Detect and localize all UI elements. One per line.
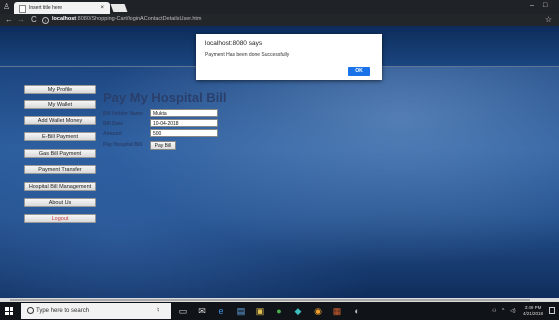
maximize-button[interactable]: □ xyxy=(543,2,547,9)
address-bar[interactable]: localhost:8080/Shopping-Cart/loginAConta… xyxy=(52,16,202,22)
microphone-icon[interactable]: ♮ xyxy=(157,306,160,314)
taskbar-search-box[interactable]: Type here to search ♮ xyxy=(21,303,171,319)
forward-arrow-icon[interactable]: → xyxy=(17,15,25,24)
chrome-icon[interactable]: ◉ xyxy=(313,306,323,316)
app-orange-icon[interactable]: ▦ xyxy=(332,306,342,316)
sidebar-item-my-wallet[interactable]: My Wallet xyxy=(24,100,96,109)
sidebar-item-logout[interactable]: Logout xyxy=(24,214,96,223)
pay-hospital-bill-label: Pay Hospital Bill xyxy=(103,142,143,148)
sidebar-item-hospital-bill-management[interactable]: Hospital Bill Management xyxy=(24,182,96,191)
clock-date: 4/21/2018 xyxy=(523,311,544,316)
dialog-ok-button[interactable]: OK xyxy=(348,67,370,76)
close-tab-icon[interactable]: × xyxy=(100,2,104,14)
sidebar-item-my-profile[interactable]: My Profile xyxy=(24,85,96,94)
browser-tab-bar: ♙ Insert title here × – □ xyxy=(0,0,559,14)
bill-holder-field[interactable]: Mukta xyxy=(150,109,218,117)
page-content: My Profile My Wallet Add Wallet Money E-… xyxy=(0,26,559,298)
people-icon[interactable]: ⚇ xyxy=(492,308,496,314)
bill-date-label: Bill Date xyxy=(103,121,124,127)
info-icon[interactable]: i xyxy=(42,17,49,24)
page-icon xyxy=(19,5,26,13)
amount-field[interactable]: 500 xyxy=(150,129,218,137)
minimize-button[interactable]: – xyxy=(530,2,534,9)
browser-toolbar: ← → C i localhost:8080/Shopping-Cart/log… xyxy=(0,14,559,26)
mail-icon[interactable]: ✉ xyxy=(197,306,207,316)
sidebar-item-gas-bill-payment[interactable]: Gas Bill Payment xyxy=(24,149,96,158)
url-path: :8080/Shopping-Cart/loginAContactDetails… xyxy=(76,16,202,22)
store-icon[interactable]: ▤ xyxy=(236,306,246,316)
volume-icon[interactable]: ◁) xyxy=(510,308,516,314)
taskbar-search-placeholder: Type here to search xyxy=(36,308,90,314)
browser-tab[interactable]: Insert title here × xyxy=(14,2,110,14)
url-host: localhost xyxy=(52,16,77,22)
file-explorer-icon[interactable]: ▣ xyxy=(255,306,265,316)
alert-dialog: localhost:8080 says Payment Has been don… xyxy=(196,34,382,80)
reload-icon[interactable]: C xyxy=(31,15,37,24)
sidebar-item-payment-transfer[interactable]: Payment Transfer xyxy=(24,165,96,174)
app-teal-icon[interactable]: ◆ xyxy=(293,306,303,316)
app-green-icon[interactable]: ● xyxy=(274,306,284,316)
taskbar-clock[interactable]: 3:49 PM 4/21/2018 xyxy=(523,305,543,317)
windows-start-icon[interactable] xyxy=(5,307,13,315)
eclipse-icon[interactable]: ◐ xyxy=(352,306,362,316)
task-view-icon[interactable]: ▭ xyxy=(178,306,188,316)
bookmark-star-icon[interactable]: ☆ xyxy=(545,15,552,24)
bill-date-field[interactable]: 10-04-2018 xyxy=(150,119,218,127)
dialog-title: localhost:8080 says xyxy=(205,40,263,47)
amount-label: Amount xyxy=(103,131,122,137)
new-tab-button[interactable] xyxy=(110,4,128,12)
taskbar: Type here to search ♮ ▭ ✉ e ▤ ▣ ● ◆ ◉ ▦ … xyxy=(0,302,559,320)
tray-chevron-icon[interactable]: ^ xyxy=(502,308,504,314)
tab-title: Insert title here xyxy=(29,5,63,11)
sidebar-item-about-us[interactable]: About Us xyxy=(24,198,96,207)
edge-browser-icon[interactable]: e xyxy=(216,306,226,316)
bill-holder-label: Bill Holder Name xyxy=(103,111,144,117)
pay-bill-button[interactable]: Pay Bill xyxy=(150,141,176,150)
dialog-message: Payment Has been done Successfully xyxy=(205,52,290,58)
sidebar-item-e-bill-payment[interactable]: E-Bill Payment xyxy=(24,132,96,141)
profile-icon[interactable]: ♙ xyxy=(3,2,13,11)
scrollbar-thumb[interactable] xyxy=(10,299,530,301)
notifications-icon[interactable] xyxy=(549,307,555,314)
page-title: Pay My Hospital Bill xyxy=(103,90,227,105)
cortana-icon xyxy=(27,307,34,314)
sidebar-item-add-wallet-money[interactable]: Add Wallet Money xyxy=(24,116,96,125)
back-arrow-icon[interactable]: ← xyxy=(5,15,13,24)
